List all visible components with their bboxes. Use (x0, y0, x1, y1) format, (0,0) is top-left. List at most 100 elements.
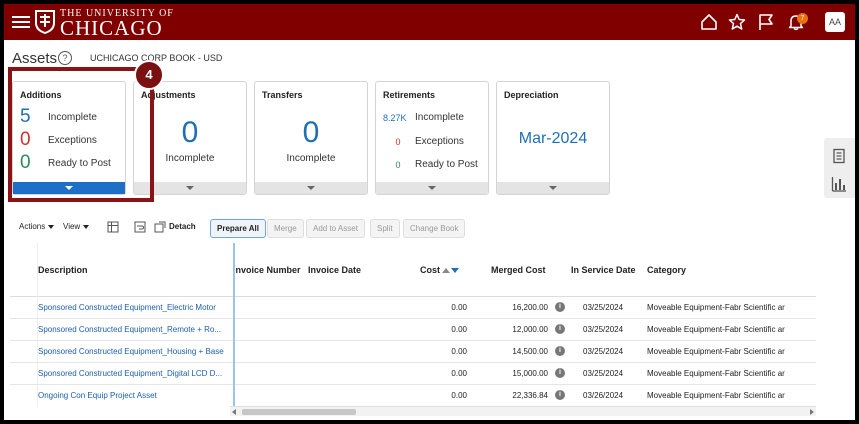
help-icon[interactable]: ? (58, 51, 72, 65)
app-frame: THE UNIVERSITY OF CHICAGO 7 AA Assets ? … (4, 4, 855, 420)
scroll-right-arrow-icon[interactable] (810, 409, 814, 415)
sort-ascending-icon[interactable] (442, 268, 450, 274)
detach-icon[interactable] (154, 221, 166, 233)
side-panel (824, 138, 855, 198)
depreciation-expand-bar[interactable] (497, 182, 609, 194)
depreciation-tile-title: Depreciation (504, 90, 559, 100)
category-cell: Moveable Equipment-Fabr Scientific ar (647, 303, 785, 312)
university-shield-icon (35, 10, 55, 34)
retirements-ready[interactable]: 0 Ready to Post (383, 159, 478, 170)
info-icon[interactable]: i (555, 390, 565, 400)
transfers-expand-bar[interactable] (255, 182, 367, 194)
change-book-button[interactable]: Change Book (403, 219, 466, 238)
retirements-incomplete-label: Incomplete (415, 112, 464, 123)
merged-cost-cell: 22,336.84 (512, 391, 548, 400)
retirements-incomplete-count: 8.27K (383, 112, 407, 123)
transfers-label: Incomplete (286, 153, 336, 164)
depreciation-tile[interactable]: Depreciation Mar-2024 (496, 81, 610, 195)
merged-cost-cell: 14,500.00 (512, 347, 548, 356)
bar-chart-icon[interactable] (831, 176, 847, 192)
split-button[interactable]: Split (370, 219, 400, 238)
merged-cost-cell: 15,000.00 (512, 369, 548, 378)
column-header-category[interactable]: Category (647, 265, 686, 275)
prepare-all-button[interactable]: Prepare All (210, 219, 266, 238)
info-icon[interactable]: i (555, 302, 565, 312)
column-header-in-service-date[interactable]: In Service Date (571, 265, 636, 275)
horizontal-scrollbar[interactable] (230, 406, 816, 416)
chevron-down-icon (48, 224, 55, 229)
in-service-date-cell: 03/26/2024 (583, 391, 624, 400)
category-cell: Moveable Equipment-Fabr Scientific ar (647, 391, 785, 400)
column-header-description[interactable]: Description (38, 265, 88, 275)
retirements-exceptions[interactable]: 0 Exceptions (383, 136, 463, 147)
chevron-down-icon (428, 186, 436, 190)
document-list-icon[interactable] (831, 148, 847, 164)
in-service-date-cell: 03/25/2024 (583, 325, 624, 334)
notification-count-badge: 7 (797, 13, 808, 24)
logo-main-text: CHICAGO (60, 16, 163, 40)
column-header-cost[interactable]: Cost (420, 265, 459, 275)
info-icon[interactable]: i (555, 324, 565, 334)
depreciation-period: Mar-2024 (518, 130, 588, 147)
freeze-columns-icon[interactable] (107, 221, 119, 233)
step-number-badge: 4 (134, 60, 164, 90)
cost-cell: 0.00 (451, 325, 467, 334)
global-header: THE UNIVERSITY OF CHICAGO 7 AA (4, 4, 855, 40)
view-menu-label: View (63, 222, 81, 231)
retirements-ready-label: Ready to Post (415, 159, 478, 170)
retirements-tile[interactable]: Retirements 8.27K Incomplete 0 Exceptions … (375, 81, 489, 195)
cost-cell: 0.00 (451, 391, 467, 400)
category-cell: Moveable Equipment-Fabr Scientific ar (647, 347, 785, 356)
user-avatar[interactable]: AA (825, 12, 845, 32)
home-icon[interactable] (700, 13, 718, 31)
retirements-incomplete[interactable]: 8.27K Incomplete (383, 112, 464, 123)
column-header-invoice-date[interactable]: Invoice Date (308, 265, 361, 275)
chevron-down-icon (186, 186, 194, 190)
table-row[interactable]: Sponsored Constructed Equipment_Electric… (10, 297, 816, 319)
table-row[interactable]: Sponsored Constructed Equipment_Digital … (10, 363, 816, 385)
retirements-expand-bar[interactable] (376, 182, 488, 194)
scrollbar-thumb[interactable] (242, 409, 356, 415)
chevron-down-icon (83, 224, 90, 229)
column-header-merged-cost[interactable]: Merged Cost (491, 265, 546, 275)
in-service-date-cell: 03/25/2024 (583, 369, 624, 378)
column-header-invoice-number[interactable]: Invoice Number (233, 265, 301, 275)
sort-descending-icon[interactable] (451, 268, 459, 274)
detach-button[interactable]: Detach (169, 222, 196, 231)
scroll-left-arrow-icon[interactable] (232, 409, 236, 415)
wrap-icon[interactable] (134, 221, 146, 233)
frozen-column-divider[interactable] (233, 243, 235, 406)
column-header-cost-label: Cost (420, 265, 440, 275)
info-icon[interactable]: i (555, 368, 565, 378)
description-link[interactable]: Sponsored Constructed Equipment_Remote +… (38, 325, 230, 334)
chevron-down-icon (307, 186, 315, 190)
actions-menu[interactable]: Actions (19, 222, 55, 231)
transfers-count: 0 (302, 116, 320, 149)
info-icon[interactable]: i (555, 346, 565, 356)
cost-cell: 0.00 (451, 369, 467, 378)
in-service-date-cell: 03/25/2024 (583, 303, 624, 312)
add-to-asset-button[interactable]: Add to Asset (306, 219, 365, 238)
table-row[interactable]: Sponsored Constructed Equipment_Remote +… (10, 319, 816, 341)
flag-icon[interactable] (757, 13, 775, 31)
description-link[interactable]: Sponsored Constructed Equipment_Digital … (38, 369, 230, 378)
retirements-ready-count: 0 (395, 159, 401, 170)
merge-button[interactable]: Merge (267, 219, 304, 238)
table-header-row: Description Invoice Number Invoice Date … (10, 243, 816, 297)
description-link[interactable]: Sponsored Constructed Equipment_Electric… (38, 303, 230, 312)
table-toolbar: Actions View Detach Prepare All Merge Ad… (4, 218, 816, 240)
merged-cost-cell: 12,000.00 (512, 325, 548, 334)
description-link[interactable]: Ongoing Con Equip Project Asset (38, 391, 230, 400)
retirements-tile-title: Retirements (383, 90, 436, 100)
menu-icon[interactable] (12, 13, 30, 31)
transfers-tile[interactable]: Transfers 0 Incomplete (254, 81, 368, 195)
page-title: Assets (12, 50, 58, 67)
transfers-tile-title: Transfers (262, 90, 303, 100)
table-row[interactable]: Ongoing Con Equip Project Asset 0.00 22,… (10, 385, 816, 406)
retirements-exceptions-count: 0 (395, 136, 401, 147)
favorites-star-icon[interactable] (728, 13, 746, 31)
table-row[interactable]: Sponsored Constructed Equipment_Housing … (10, 341, 816, 363)
step-highlight-box (8, 67, 154, 202)
description-link[interactable]: Sponsored Constructed Equipment_Housing … (38, 347, 230, 356)
view-menu[interactable]: View (63, 222, 90, 231)
